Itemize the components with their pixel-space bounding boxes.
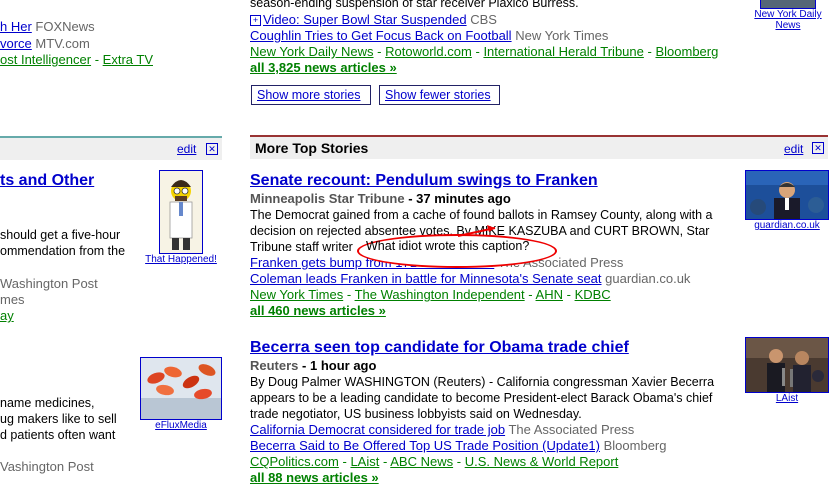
story-source-link[interactable]: ABC News	[390, 454, 453, 469]
top-story-related-line: Coughlin Tries to Get Focus Back on Foot…	[250, 28, 608, 43]
section-title: More Top Stories	[255, 140, 369, 156]
left-source-link-2[interactable]: Extra TV	[103, 52, 153, 67]
story-source-link[interactable]: KDBC	[575, 287, 611, 302]
story-snippet-c: trade negotiator, US business lobbyists …	[250, 407, 582, 421]
story-thumbnail[interactable]	[745, 337, 829, 393]
story-publisher: Minneapolis Star Tribune	[250, 191, 405, 206]
story-headline[interactable]: Senate recount: Pendulum swings to Frank…	[250, 172, 598, 190]
story-source-link[interactable]: AHN	[536, 287, 563, 302]
story-sources: New York Times - The Washington Independ…	[250, 287, 611, 302]
story-all-articles-link[interactable]: all 88 news articles »	[250, 470, 379, 485]
top-story-source-link[interactable]: International Herald Tribune	[483, 44, 643, 59]
story-thumbnail-caption[interactable]: LAist	[745, 393, 829, 404]
story-related-link[interactable]: Becerra Said to Be Offered Top US Trade …	[250, 438, 600, 453]
story-timestamp: - 37 minutes ago	[408, 191, 511, 206]
left-story-headline[interactable]: ts and Other	[0, 172, 94, 190]
story-related-line-1: California Democrat considered for trade…	[250, 422, 634, 437]
story-byline: Reuters - 1 hour ago	[250, 358, 376, 373]
show-more-stories-button[interactable]: Show more stories	[251, 85, 371, 105]
left-source-separator: -	[94, 52, 100, 67]
becerra-photo-image	[746, 338, 828, 392]
story-snippet-c: Tribune staff writer	[250, 240, 353, 254]
top-story-source-link[interactable]: Rotoworld.com	[385, 44, 472, 59]
close-icon[interactable]: ✕	[206, 143, 218, 155]
top-story-related-link[interactable]: Coughlin Tries to Get Focus Back on Foot…	[250, 28, 512, 43]
expand-plus-icon[interactable]: +	[250, 15, 261, 27]
story-thumbnail-caption[interactable]: guardian.co.uk	[745, 220, 829, 231]
story-related-source: guardian.co.uk	[605, 271, 691, 286]
left-related-source-2: MTV.com	[35, 36, 90, 51]
story-snippet-a: By Doug Palmer WASHINGTON (Reuters) - Ca…	[250, 375, 715, 389]
story-byline: Minneapolis Star Tribune - 37 minutes ag…	[250, 191, 511, 206]
story-source-link[interactable]: LAist	[350, 454, 379, 469]
left-story2-snippet-3: d patients often want	[0, 428, 116, 442]
story-thumbnail[interactable]	[745, 170, 829, 220]
story-related-source: Bloomberg	[603, 438, 667, 453]
show-fewer-stories-button[interactable]: Show fewer stories	[379, 85, 500, 105]
annotation-arrow-icon	[457, 225, 496, 237]
top-story-thumbnail[interactable]	[760, 0, 816, 9]
story-snippet: By Doug Palmer WASHINGTON (Reuters) - Ca…	[250, 374, 736, 422]
story-related-link[interactable]: California Democrat considered for trade…	[250, 422, 505, 437]
story-all-articles-link[interactable]: all 460 news articles »	[250, 303, 386, 318]
story-related-line-2: Coleman leads Franken in battle for Minn…	[250, 271, 690, 286]
left-story2-snippet-2: ug makers like to sell	[0, 412, 117, 426]
story-related-line-2: Becerra Said to Be Offered Top US Trade …	[250, 438, 667, 453]
left-related-source-1: FOXNews	[35, 19, 95, 34]
top-story-thumbnail-caption[interactable]: New York Daily News	[750, 9, 826, 31]
left-related-line-2: vorce MTV.com	[0, 36, 90, 51]
left-story-source-link[interactable]: ay	[0, 308, 14, 323]
top-story-all-articles-link[interactable]: all 3,825 news articles »	[250, 60, 397, 75]
top-story-source-link[interactable]: Bloomberg	[655, 44, 718, 59]
annotation-text: What idiot wrote this caption?	[366, 239, 530, 253]
story-publisher: Reuters	[250, 358, 299, 373]
top-story-source-link[interactable]: New York Daily News	[250, 44, 374, 59]
franken-photo-image	[746, 171, 828, 219]
left-story-snippet-2: ommendation from the	[0, 244, 126, 258]
top-story-sources: New York Daily News - Rotoworld.com - In…	[250, 44, 719, 59]
story-source-link[interactable]: CQPolitics.com	[250, 454, 339, 469]
top-story-video-line: + Video: Super Bowl Star Suspended CBS	[250, 12, 497, 27]
story-snippet-a: The Democrat gained from a cache of foun…	[250, 208, 713, 222]
left-story2-thumbnail[interactable]	[140, 357, 222, 420]
top-story-video-link[interactable]: Video: Super Bowl Star Suspended	[263, 12, 467, 27]
left-story2-source: Vashington Post	[0, 459, 94, 474]
left-story2-snippet-1: name medicines,	[0, 396, 95, 410]
story-snippet-b: appears to be a leading candidate to bec…	[250, 391, 713, 405]
left-related-link-2[interactable]: vorce	[0, 36, 32, 51]
left-related-line-3: ost Intelligencer - Extra TV	[0, 52, 153, 67]
left-related-link-1[interactable]: h Her	[0, 19, 32, 34]
left-story-thumbnail[interactable]	[159, 170, 203, 254]
story-sources: CQPolitics.com - LAist - ABC News - U.S.…	[250, 454, 619, 469]
story-timestamp: - 1 hour ago	[302, 358, 377, 373]
left-story-snippet-1: should get a five-hour	[0, 228, 121, 242]
top-story-video-source: CBS	[470, 12, 497, 27]
left-section-edit-link[interactable]: edit	[177, 142, 196, 156]
story-headline[interactable]: Becerra seen top candidate for Obama tra…	[250, 339, 629, 357]
cartoon-doctor-image	[160, 171, 202, 253]
story-related-link[interactable]: Coleman leads Franken in battle for Minn…	[250, 271, 602, 286]
left-story-related-source-1: Washington Post	[0, 276, 98, 291]
left-section-header: edit ✕	[0, 136, 222, 160]
more-top-stories-edit-link[interactable]: edit	[784, 142, 803, 156]
pills-image	[141, 358, 221, 419]
story-source-link[interactable]: New York Times	[250, 287, 343, 302]
left-related-line-1: h Her FOXNews	[0, 19, 95, 34]
story-source-link[interactable]: The Washington Independent	[355, 287, 525, 302]
top-story-related-source: New York Times	[515, 28, 609, 43]
left-story-related-source-2: mes	[0, 292, 25, 307]
top-story-snippet-end: season-ending suspension of star receive…	[250, 0, 579, 10]
story-related-source: The Associated Press	[508, 422, 635, 437]
left-story2-thumbnail-caption[interactable]: eFluxMedia	[140, 420, 222, 431]
left-source-link-1[interactable]: ost Intelligencer	[0, 52, 91, 67]
more-top-stories-header: More Top Stories edit ✕	[250, 135, 828, 159]
story-source-link[interactable]: U.S. News & World Report	[465, 454, 619, 469]
left-story-thumbnail-caption[interactable]: That Happened!	[141, 254, 221, 265]
close-icon[interactable]: ✕	[812, 142, 824, 154]
